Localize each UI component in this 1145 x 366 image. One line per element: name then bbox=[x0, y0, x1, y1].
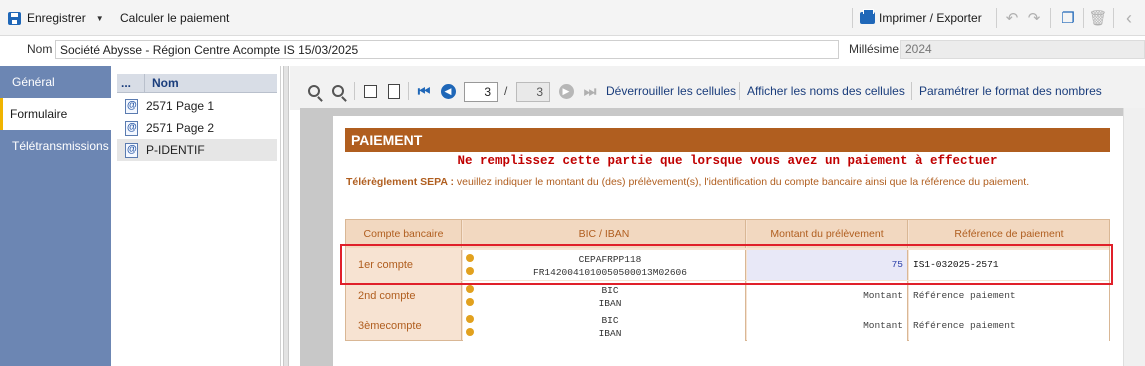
lock-icon bbox=[466, 315, 474, 323]
highlight-box bbox=[340, 244, 1113, 285]
amount-field[interactable]: Montant bbox=[747, 311, 908, 341]
list-item-label: P-IDENTIF bbox=[146, 143, 205, 157]
unlock-cells-link[interactable]: Déverrouiller les cellules bbox=[606, 84, 736, 98]
form-toolbar: ⏮ ◀ 3 / 3 ▶ ⏭ Déverrouiller les cellules… bbox=[290, 66, 1145, 110]
undo-icon[interactable]: ↶ bbox=[1003, 9, 1021, 27]
toolbar-divider bbox=[1083, 8, 1084, 28]
toolbar-divider bbox=[852, 8, 853, 28]
iban-placeholder: IBAN bbox=[598, 328, 622, 339]
millesime-field: 2024 bbox=[900, 40, 1145, 59]
account-row-label: 3èmecompte bbox=[346, 311, 462, 341]
list-header: ... Nom bbox=[117, 74, 277, 93]
zoom-in-icon[interactable] bbox=[306, 83, 322, 99]
lock-icon bbox=[466, 285, 474, 293]
vertical-scrollbar[interactable] bbox=[1123, 108, 1145, 366]
list-item-label: 2571 Page 1 bbox=[146, 99, 215, 113]
save-label: Enregistrer bbox=[27, 11, 86, 25]
iban-placeholder: IBAN bbox=[598, 298, 622, 309]
sepa-instructions: Télérèglement SEPA : veuillez indiquer l… bbox=[346, 176, 1029, 188]
fit-page-icon[interactable] bbox=[386, 83, 402, 99]
form-document-icon bbox=[125, 142, 138, 158]
lock-icon bbox=[466, 298, 474, 306]
bic-iban-cell[interactable]: BIC IBAN bbox=[463, 281, 746, 311]
toolbar-divider bbox=[1050, 8, 1051, 28]
toolbar-divider bbox=[996, 8, 997, 28]
list-item[interactable]: 2571 Page 2 bbox=[117, 117, 277, 139]
sepa-text: veuillez indiquer le montant du (des) pr… bbox=[453, 176, 1030, 188]
next-page-icon[interactable]: ▶ bbox=[558, 83, 574, 99]
toolbar-divider bbox=[1113, 8, 1114, 28]
main-toolbar: Enregistrer ▼ Calculer le paiement Impri… bbox=[0, 0, 1145, 36]
reference-field[interactable]: Référence paiement bbox=[909, 311, 1109, 341]
form-document-icon bbox=[125, 120, 138, 136]
trash-icon[interactable]: 🗑 bbox=[1088, 9, 1107, 27]
chevron-down-icon[interactable]: ▼ bbox=[96, 14, 104, 23]
collapse-left-icon[interactable]: ‹ bbox=[1120, 8, 1138, 28]
payment-section-title: PAIEMENT bbox=[345, 128, 1110, 152]
list-item[interactable]: 2571 Page 1 bbox=[117, 95, 277, 117]
copy-icon[interactable]: ❐ bbox=[1059, 9, 1077, 27]
sidebar-item-formulaire[interactable]: Formulaire bbox=[0, 98, 111, 130]
current-page-input[interactable]: 3 bbox=[464, 82, 498, 102]
lock-icon bbox=[466, 328, 474, 336]
save-button[interactable]: Enregistrer ▼ bbox=[8, 0, 104, 36]
bic-placeholder: BIC bbox=[601, 315, 619, 326]
document-name-row: Nom Millésime 2024 bbox=[0, 37, 1145, 63]
name-label: Nom bbox=[27, 42, 53, 56]
name-field[interactable] bbox=[55, 40, 839, 59]
print-export-button[interactable]: Imprimer / Exporter bbox=[860, 0, 982, 36]
toolbar-divider bbox=[354, 82, 355, 100]
sidebar-item-teletransmissions[interactable]: Télétransmissions bbox=[0, 130, 111, 162]
toolbar-divider bbox=[408, 82, 409, 100]
show-cell-names-link[interactable]: Afficher les noms des cellules bbox=[747, 84, 905, 98]
sidebar: Général Formulaire Télétransmissions bbox=[0, 66, 111, 366]
bic-placeholder: BIC bbox=[601, 285, 619, 296]
column-options-header[interactable]: ... bbox=[121, 76, 131, 90]
name-column-header[interactable]: Nom bbox=[152, 76, 179, 90]
account-row-label: 2nd compte bbox=[346, 281, 462, 311]
payment-warning: Ne remplissez cette partie que lorsque v… bbox=[457, 154, 998, 168]
print-export-label: Imprimer / Exporter bbox=[879, 11, 982, 25]
previous-page-icon[interactable]: ◀ bbox=[440, 83, 456, 99]
save-icon bbox=[8, 11, 21, 25]
form-document-icon bbox=[125, 98, 138, 114]
zoom-out-icon[interactable] bbox=[330, 83, 346, 99]
number-format-link[interactable]: Paramétrer le format des nombres bbox=[919, 84, 1102, 98]
first-page-icon[interactable]: ⏮ bbox=[416, 83, 432, 99]
sepa-label: Télérèglement SEPA : bbox=[346, 176, 454, 188]
redo-icon[interactable]: ↷ bbox=[1025, 9, 1043, 27]
reference-field[interactable]: Référence paiement bbox=[909, 281, 1109, 311]
amount-field[interactable]: Montant bbox=[747, 281, 908, 311]
printer-icon bbox=[860, 9, 875, 24]
last-page-icon[interactable]: ⏭ bbox=[582, 83, 598, 99]
millesime-label: Millésime bbox=[849, 42, 900, 56]
page-separator: / bbox=[504, 84, 508, 98]
bic-iban-cell[interactable]: BIC IBAN bbox=[463, 311, 746, 341]
header-divider bbox=[144, 74, 145, 93]
list-item-label: 2571 Page 2 bbox=[146, 121, 215, 135]
fit-width-icon[interactable] bbox=[362, 83, 378, 99]
toolbar-divider bbox=[739, 82, 740, 100]
panel-splitter[interactable] bbox=[283, 66, 289, 366]
calculate-payment-button[interactable]: Calculer le paiement bbox=[120, 0, 229, 36]
list-item[interactable]: P-IDENTIF bbox=[117, 139, 277, 161]
form-list-panel: ... Nom 2571 Page 1 2571 Page 2 P-IDENTI… bbox=[111, 66, 281, 366]
toolbar-divider bbox=[911, 82, 912, 100]
sidebar-item-general[interactable]: Général bbox=[0, 66, 111, 98]
total-pages-field: 3 bbox=[516, 82, 550, 102]
